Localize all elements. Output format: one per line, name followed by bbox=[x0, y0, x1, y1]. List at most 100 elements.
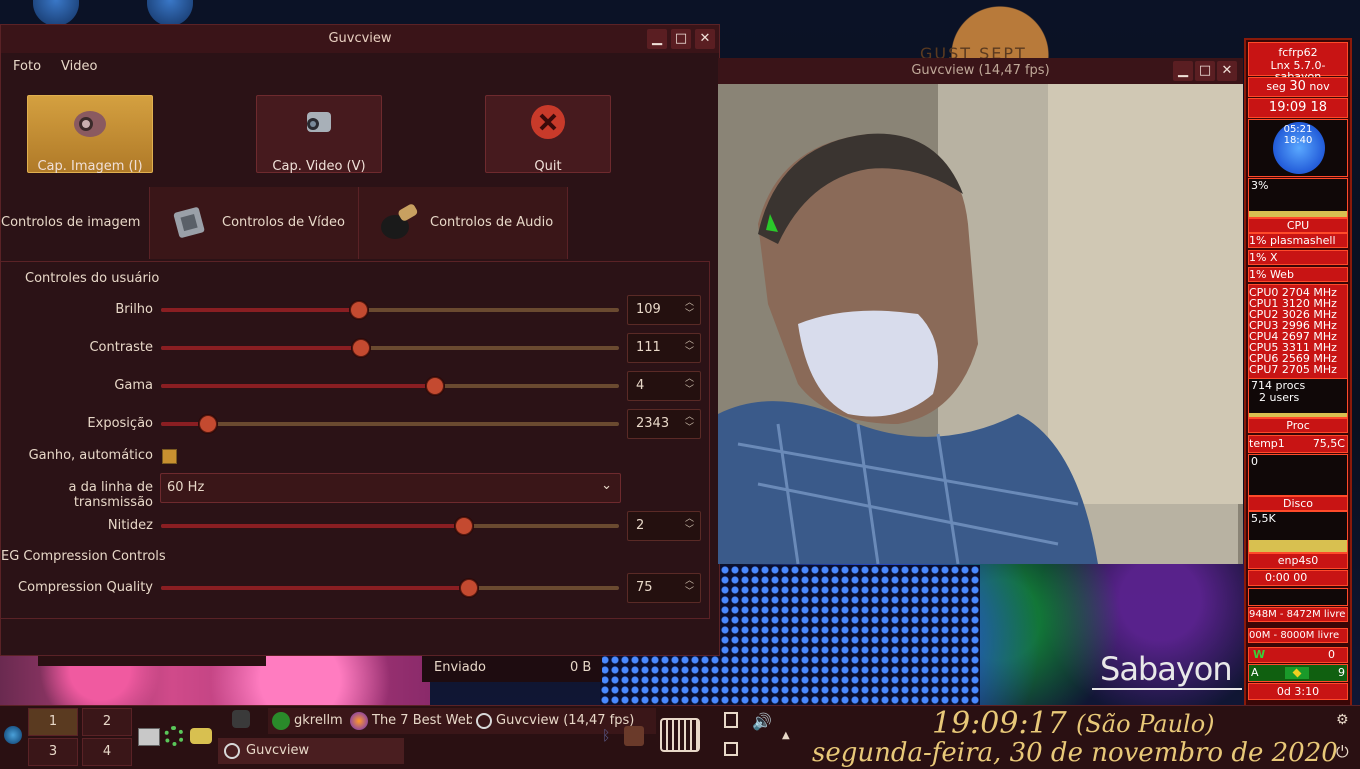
slider-knob[interactable] bbox=[455, 517, 474, 535]
menu-video[interactable]: Video bbox=[61, 59, 97, 74]
contrast-slider[interactable] bbox=[161, 339, 619, 357]
task-label: gkrellm bbox=[294, 713, 343, 728]
character-app-icon[interactable] bbox=[624, 726, 644, 746]
tray-expand-icon[interactable]: ▲ bbox=[782, 730, 790, 741]
powerline-frequency-select[interactable]: 60 Hz ⌄ bbox=[160, 473, 621, 503]
spin-arrows-icon[interactable]: ︿ ﹀ bbox=[685, 576, 694, 598]
gk-clock: 19:09 18 bbox=[1268, 100, 1328, 115]
gamma-label: Gama bbox=[114, 378, 153, 393]
spin-arrows-icon[interactable]: ︿ ﹀ bbox=[685, 412, 694, 434]
task-guvcview[interactable]: Guvcview bbox=[218, 738, 404, 764]
gk-swap-panel: 00M - 8000M livre bbox=[1248, 628, 1348, 643]
volume-icon[interactable]: 🔊 bbox=[752, 712, 772, 731]
workspace-1[interactable]: 1 bbox=[28, 708, 78, 736]
powerline-frequency-value: 60 Hz bbox=[167, 480, 205, 495]
slider-knob[interactable] bbox=[352, 339, 371, 357]
clipboard-icon[interactable] bbox=[724, 712, 738, 728]
gamma-slider[interactable] bbox=[161, 377, 619, 395]
power-icon[interactable]: ⏻ bbox=[1336, 742, 1349, 762]
close-button[interactable]: ✕ bbox=[695, 29, 715, 49]
taskbar: 1 2 3 4 gkrellm The 7 Best Webca...To Gu… bbox=[0, 705, 1360, 769]
gk-disk-chart: 0 bbox=[1248, 454, 1348, 496]
contrast-spinbox[interactable]: 111 ︿ ﹀ bbox=[627, 333, 701, 363]
video-close-button[interactable]: ✕ bbox=[1217, 61, 1237, 81]
workspace-2[interactable]: 2 bbox=[82, 708, 132, 736]
webcam-image bbox=[718, 84, 1243, 564]
terminal-icon[interactable] bbox=[138, 728, 160, 746]
video-minimize-button[interactable]: ▁ bbox=[1173, 61, 1193, 81]
video-window-titlebar[interactable]: Guvcview (14,47 fps) bbox=[718, 58, 1243, 84]
gk-cpu-freq: CPU7 2705 MHz bbox=[1249, 363, 1337, 376]
window-title: Guvcview bbox=[328, 31, 392, 46]
tab-image-controls[interactable]: Controlos de imagem bbox=[1, 187, 150, 259]
webcam-video-frame[interactable] bbox=[718, 84, 1243, 564]
exposure-slider[interactable] bbox=[161, 415, 619, 433]
quit-label: Quit bbox=[534, 159, 562, 174]
workspace-label: 3 bbox=[48, 744, 58, 759]
user-controls-heading: Controles do usuário bbox=[25, 271, 160, 286]
virtual-keyboard-icon[interactable] bbox=[660, 718, 700, 752]
maximize-button[interactable]: □ bbox=[671, 29, 691, 49]
workspace-3[interactable]: 3 bbox=[28, 738, 78, 766]
compression-quality-spinbox[interactable]: 75 ︿ ﹀ bbox=[627, 573, 701, 603]
application-launcher-icon[interactable] bbox=[4, 726, 22, 744]
tab-video-controls[interactable]: Controlos de Vídeo bbox=[150, 187, 359, 259]
slider-knob[interactable] bbox=[349, 301, 368, 319]
workspace-label: 4 bbox=[102, 744, 112, 759]
gk-flag-a: A bbox=[1251, 666, 1259, 679]
spin-arrows-icon[interactable]: ︿ ﹀ bbox=[685, 336, 694, 358]
gk-temp-label: temp1 bbox=[1249, 437, 1285, 450]
brightness-slider[interactable] bbox=[161, 301, 619, 319]
workspace-label: 1 bbox=[48, 714, 58, 729]
contrast-value: 111 bbox=[636, 340, 661, 355]
menu-foto[interactable]: Foto bbox=[13, 59, 41, 74]
gamma-spinbox[interactable]: 4 ︿ ﹀ bbox=[627, 371, 701, 401]
bluetooth-icon[interactable]: ᛒ bbox=[602, 728, 610, 744]
gk-cpu-label-text: CPU bbox=[1286, 219, 1310, 232]
capture-video-label: Cap. Video (V) bbox=[272, 159, 366, 174]
gk-host-panel: fcfrp62 Lnx 5.7.0-sabayon bbox=[1248, 42, 1348, 82]
brightness-spinbox[interactable]: 109 ︿ ﹀ bbox=[627, 295, 701, 325]
quit-button[interactable]: Quit bbox=[485, 95, 611, 174]
gain-auto-checkbox[interactable] bbox=[162, 449, 177, 464]
capture-image-label: Cap. Imagem (I) bbox=[37, 159, 143, 174]
clock-time[interactable]: 19:09:17 bbox=[932, 706, 1067, 741]
settings-gear-icon[interactable] bbox=[164, 726, 184, 746]
task-firefox[interactable]: The 7 Best Webca...To bbox=[346, 708, 486, 734]
webcam-icon bbox=[224, 742, 240, 759]
slider-knob[interactable] bbox=[425, 377, 444, 395]
quit-icon bbox=[531, 105, 565, 139]
exposure-spinbox[interactable]: 2343 ︿ ﹀ bbox=[627, 409, 701, 439]
firefox-icon bbox=[350, 711, 368, 730]
gkrellm-monitor: fcfrp62 Lnx 5.7.0-sabayon seg 30 nov 19:… bbox=[1244, 38, 1352, 707]
gk-disk-label-text: Disco bbox=[1282, 497, 1314, 510]
spin-arrows-icon[interactable]: ︿ ﹀ bbox=[685, 514, 694, 536]
compression-quality-slider[interactable] bbox=[161, 579, 619, 597]
gk-top-proc-2: 1% X bbox=[1248, 250, 1348, 265]
sharpness-slider[interactable] bbox=[161, 517, 619, 535]
sent-value: 0 B bbox=[570, 660, 592, 675]
video-camera-icon bbox=[307, 112, 331, 132]
slider-knob[interactable] bbox=[459, 579, 478, 597]
clock-timezone: (São Paulo) bbox=[1076, 710, 1215, 738]
slider-knob[interactable] bbox=[198, 415, 217, 433]
kde-app-icon[interactable] bbox=[232, 710, 250, 728]
window-titlebar[interactable]: Guvcview ▁ □ ✕ bbox=[1, 25, 719, 53]
guvcview-control-window: Guvcview ▁ □ ✕ Foto Video Cap. Imagem (I… bbox=[0, 24, 720, 656]
minimize-button[interactable]: ▁ bbox=[647, 29, 667, 49]
network-icon[interactable] bbox=[724, 742, 738, 756]
workspace-4[interactable]: 4 bbox=[82, 738, 132, 766]
sharpness-spinbox[interactable]: 2 ︿ ﹀ bbox=[627, 511, 701, 541]
task-gkrellm[interactable]: gkrellm bbox=[268, 708, 350, 734]
sharpness-label: Nitidez bbox=[107, 518, 153, 533]
video-maximize-button[interactable]: □ bbox=[1195, 61, 1215, 81]
capture-video-button[interactable]: Cap. Video (V) bbox=[256, 95, 382, 174]
sharpness-value: 2 bbox=[636, 518, 645, 533]
kettle-icon[interactable] bbox=[190, 728, 212, 744]
video-settings-icon bbox=[173, 207, 205, 238]
tray-settings-icon[interactable]: ⚙ bbox=[1336, 712, 1349, 728]
spin-arrows-icon[interactable]: ︿ ﹀ bbox=[685, 298, 694, 320]
capture-image-button[interactable]: Cap. Imagem (I) bbox=[27, 95, 153, 174]
spin-arrows-icon[interactable]: ︿ ﹀ bbox=[685, 374, 694, 396]
tab-audio-controls[interactable]: Controlos de Audio bbox=[359, 187, 568, 259]
